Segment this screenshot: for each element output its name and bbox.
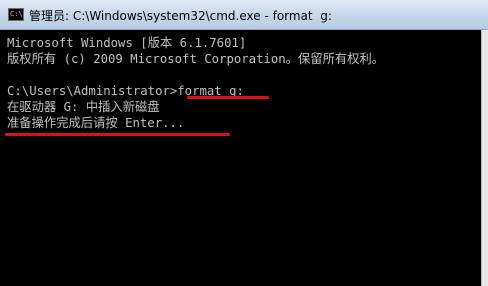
window-title: 管理员: C:\Windows\system32\cmd.exe - forma…: [29, 9, 332, 23]
console-output[interactable]: Microsoft Windows [版本 6.1.7601] 版权所有 (c)…: [0, 30, 488, 286]
red-underline-command: [187, 96, 269, 99]
console-line-insert-disk: 在驱动器 G: 中插入新磁盘: [7, 100, 160, 114]
console-line-copyright: 版权所有 (c) 2009 Microsoft Corporation。保留所有…: [7, 52, 385, 66]
vertical-scrollbar[interactable]: [481, 30, 488, 286]
cmd-icon: C:\: [8, 8, 24, 21]
console-line-press-enter: 准备操作完成后请按 Enter...: [7, 116, 185, 130]
red-underline-prompt: [5, 133, 230, 136]
console-line-version: Microsoft Windows [版本 6.1.7601]: [7, 36, 247, 50]
title-bar[interactable]: C:\ 管理员: C:\Windows\system32\cmd.exe - f…: [0, 0, 488, 30]
